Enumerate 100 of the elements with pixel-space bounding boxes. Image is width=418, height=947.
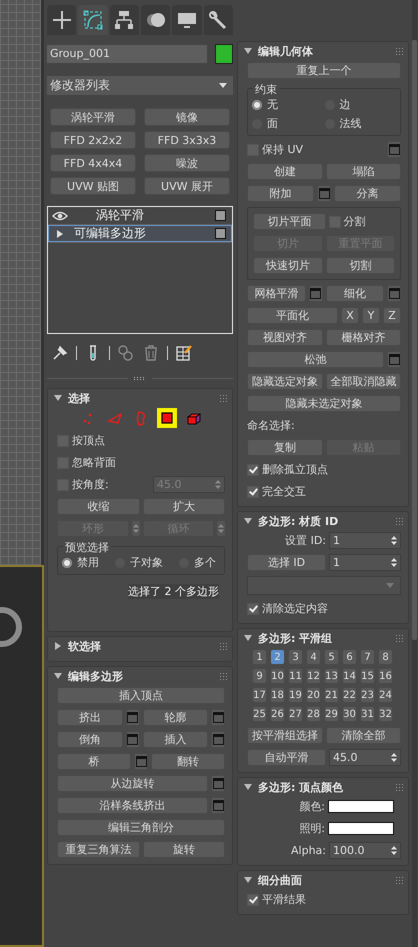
collapse-triangle-icon[interactable] [54, 672, 62, 680]
button[interactable]: 清除全部 [326, 727, 401, 744]
button[interactable]: 扩大 [142, 498, 225, 515]
linked-circles-icon[interactable] [117, 344, 135, 362]
spinner-field[interactable]: 45.0 [329, 749, 401, 766]
button[interactable]: 分离 [334, 185, 401, 202]
button[interactable]: 创建 [247, 163, 322, 180]
collapse-triangle-icon[interactable] [244, 876, 252, 884]
radio-button[interactable] [62, 558, 72, 568]
command-tab[interactable] [47, 5, 76, 35]
settings-button[interactable] [317, 185, 331, 202]
collapse-triangle-icon[interactable] [54, 394, 62, 402]
smoothing-group-button[interactable]: 6 [342, 649, 357, 665]
button[interactable]: 旋转 [142, 841, 225, 858]
checkbox[interactable] [247, 894, 259, 906]
rollout-title[interactable]: 多边形: 材质 ID [258, 514, 390, 528]
settings-button[interactable] [387, 141, 401, 158]
button[interactable]: 重复三角算法 [57, 841, 140, 858]
smoothing-group-button[interactable]: 25 [252, 706, 267, 722]
smoothing-group-button[interactable]: 26 [270, 706, 285, 722]
smoothing-group-button[interactable]: 17 [252, 687, 267, 703]
modifier-button[interactable]: 涡轮平滑 [50, 108, 136, 126]
rollout-title[interactable]: 软选择 [68, 638, 214, 654]
color-swatch[interactable] [328, 800, 394, 813]
modifier-button[interactable]: UVW 贴图 [50, 177, 136, 195]
button[interactable]: 沿样条线挤出 [57, 797, 208, 814]
settings-button[interactable] [211, 797, 225, 814]
trash-icon[interactable] [142, 344, 160, 362]
button[interactable]: 松弛 [247, 351, 384, 368]
checkbox[interactable] [247, 486, 259, 498]
button[interactable]: 轮廓 [142, 709, 208, 726]
spinner-field[interactable]: 1 [329, 554, 401, 571]
button[interactable]: 桥 [57, 753, 131, 770]
modifier-button[interactable]: FFD 3x3x3 [144, 131, 230, 149]
button[interactable]: 挤出 [57, 709, 122, 726]
button[interactable]: 翻转 [151, 753, 225, 770]
smoothing-group-button[interactable]: 27 [288, 706, 303, 722]
smoothing-group-button[interactable]: 13 [324, 668, 339, 684]
button[interactable]: Z [383, 307, 401, 324]
button[interactable]: 细化 [326, 285, 384, 302]
checkbox[interactable] [247, 464, 259, 476]
button[interactable]: 快速切片 [253, 257, 322, 274]
smoothing-group-button[interactable]: 22 [342, 687, 357, 703]
rollout-title[interactable]: 选择 [68, 390, 214, 406]
button[interactable]: 按平滑组选择 [247, 727, 322, 744]
button[interactable]: 收缩 [57, 498, 140, 515]
scrollbar[interactable] [412, 0, 417, 947]
settings-button[interactable] [126, 731, 140, 748]
expand-triangle-icon[interactable] [54, 642, 62, 650]
grid-pencil-icon[interactable] [175, 344, 193, 362]
button[interactable]: 插入顶点 [57, 687, 225, 704]
scrollbar-thumb[interactable] [412, 40, 417, 640]
smoothing-group-button[interactable]: 7 [360, 649, 375, 665]
pin-icon[interactable] [51, 344, 69, 362]
smoothing-group-button[interactable]: 3 [288, 649, 303, 665]
modifier-list-dropdown[interactable]: 修改器列表 [47, 76, 233, 95]
command-tab[interactable] [172, 5, 202, 35]
settings-button[interactable] [308, 285, 322, 302]
modifier-button[interactable]: 镜像 [144, 108, 230, 126]
checkbox[interactable] [247, 602, 259, 614]
settings-button[interactable] [211, 775, 225, 792]
button[interactable]: 切割 [326, 257, 395, 274]
stack-item[interactable]: 可编辑多边形 [48, 225, 232, 243]
object-name-field[interactable]: Group_001 [47, 45, 207, 63]
modifier-button[interactable]: 噪波 [144, 154, 230, 172]
button[interactable]: 隐藏未选定对象 [247, 395, 401, 412]
command-tab[interactable] [204, 5, 233, 35]
button[interactable]: 选择 ID [247, 554, 326, 571]
modifier-button[interactable]: FFD 2x2x2 [50, 131, 136, 149]
button[interactable]: 重复上一个 [247, 62, 401, 79]
smoothing-group-button[interactable]: 29 [324, 706, 339, 722]
button[interactable]: 隐藏选定对象 [247, 373, 322, 390]
command-tab[interactable] [110, 5, 139, 35]
command-tab[interactable] [78, 5, 108, 35]
spinner-field[interactable]: 1 [329, 532, 401, 549]
smoothing-group-button[interactable]: 23 [360, 687, 375, 703]
smoothing-group-button[interactable]: 5 [324, 649, 339, 665]
smoothing-group-button[interactable]: 20 [306, 687, 321, 703]
button[interactable]: 附加 [247, 185, 314, 202]
smoothing-group-button[interactable]: 28 [306, 706, 321, 722]
button[interactable]: 从边旋转 [57, 775, 208, 792]
button[interactable]: 复制 [247, 439, 322, 456]
button[interactable]: 平面化 [247, 307, 338, 324]
color-swatch[interactable] [328, 822, 394, 835]
smoothing-group-button[interactable]: 16 [378, 668, 393, 684]
settings-button[interactable] [387, 285, 401, 302]
rollout-title[interactable]: 编辑几何体 [258, 44, 390, 58]
rollout-title[interactable]: 多边形: 顶点颜色 [258, 780, 390, 794]
button[interactable]: Y [362, 307, 380, 324]
button[interactable]: 编辑三角剖分 [57, 819, 225, 836]
smoothing-group-button[interactable]: 30 [342, 706, 357, 722]
button[interactable]: 视图对齐 [247, 329, 322, 346]
modifier-button[interactable]: UVW 展开 [144, 177, 230, 195]
rollout-title[interactable]: 细分曲面 [258, 872, 390, 888]
rollout-title[interactable]: 多边形: 平滑组 [258, 630, 390, 646]
settings-button[interactable] [387, 351, 401, 368]
button[interactable]: 切片平面 [253, 213, 326, 230]
square-icon[interactable] [157, 408, 177, 428]
smoothing-group-button[interactable]: 31 [360, 706, 375, 722]
object-color-swatch[interactable] [215, 44, 233, 64]
